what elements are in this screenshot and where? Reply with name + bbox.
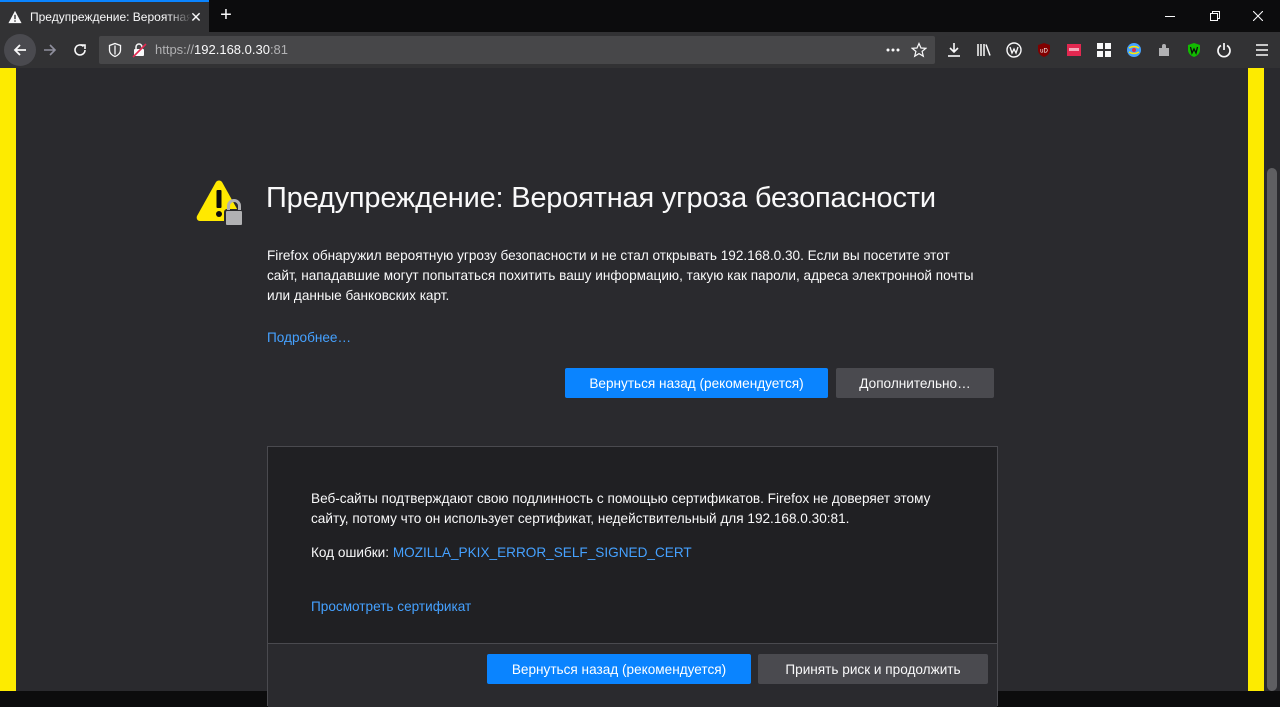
go-back-button[interactable]: Вернуться назад (рекомендуется) (565, 368, 828, 398)
extension-globe-icon (1127, 43, 1141, 57)
minimize-button[interactable] (1148, 0, 1192, 32)
library-icon (977, 44, 991, 56)
reload-icon (74, 44, 86, 56)
learn-more-link[interactable]: Подробнее… (267, 330, 351, 345)
extension-puzzle-button[interactable] (1152, 38, 1176, 62)
url-host: 192.168.0.30 (194, 42, 270, 57)
advanced-panel: Веб-сайты подтверждают свою подлинность … (267, 446, 998, 707)
extension-red-icon (1067, 44, 1081, 56)
advanced-button[interactable]: Дополнительно… (836, 368, 994, 398)
scrollbar-thumb[interactable] (1267, 168, 1277, 691)
extension-puzzle-icon (1159, 44, 1169, 56)
go-back-button-secondary[interactable]: Вернуться назад (рекомендуется) (487, 654, 751, 684)
error-code-link[interactable]: MOZILLA_PKIX_ERROR_SELF_SIGNED_CERT (393, 545, 692, 560)
back-icon (13, 44, 26, 56)
tab-strip: Предупреждение: Вероятная угроза безопас… (0, 0, 1280, 32)
warning-lock-icon (196, 180, 244, 227)
extension-w-button[interactable] (1002, 38, 1026, 62)
insecure-lock-icon[interactable] (131, 42, 147, 58)
error-code-line: Код ошибки: MOZILLA_PKIX_ERROR_SELF_SIGN… (311, 545, 692, 560)
ublock-button[interactable]: uD (1032, 38, 1056, 62)
close-window-button[interactable] (1236, 0, 1280, 32)
page-title: Предупреждение: Вероятная угроза безопас… (266, 182, 936, 214)
scrollbar[interactable] (1264, 68, 1280, 691)
error-code-label: Код ошибки: (311, 545, 393, 560)
restore-icon (1210, 11, 1220, 21)
power-button[interactable] (1212, 38, 1236, 62)
svg-text:uD: uD (1040, 49, 1048, 55)
bookmark-star-icon[interactable] (911, 42, 927, 58)
extension-w-icon (1006, 42, 1022, 58)
extension-globe-button[interactable] (1122, 38, 1146, 62)
extension-green-w-icon (1188, 43, 1200, 57)
back-button[interactable] (4, 34, 36, 66)
url-bar[interactable]: https://192.168.0.30:81 (99, 36, 935, 64)
library-button[interactable] (972, 38, 996, 62)
url-text[interactable]: https://192.168.0.30:81 (155, 42, 288, 57)
page-actions-icon[interactable] (885, 42, 901, 58)
view-certificate-link[interactable]: Просмотреть сертификат (311, 599, 471, 614)
error-page: Предупреждение: Вероятная угроза безопас… (16, 68, 1248, 707)
downloads-button[interactable] (942, 38, 966, 62)
extension-green-w-button[interactable] (1182, 38, 1206, 62)
tab-active[interactable]: Предупреждение: Вероятная угроза безопас… (0, 0, 209, 32)
navigation-toolbar: https://192.168.0.30:81 uD (0, 32, 1280, 68)
menu-button[interactable] (1250, 38, 1274, 62)
extension-red-button[interactable] (1062, 38, 1086, 62)
downloads-icon (948, 43, 960, 57)
close-icon (1253, 11, 1263, 21)
tab-title: Предупреждение: Вероятная угроза безопас… (30, 10, 192, 24)
url-port: :81 (269, 42, 289, 57)
new-tab-button[interactable]: + (214, 4, 238, 28)
url-scheme: https:// (155, 42, 195, 57)
menu-icon (1256, 44, 1268, 56)
power-icon (1217, 43, 1231, 58)
restore-button[interactable] (1193, 0, 1237, 32)
ublock-icon: uD (1038, 43, 1050, 57)
error-description: Firefox обнаружил вероятную угрозу безоп… (267, 248, 974, 303)
tab-close-icon[interactable]: ✕ (189, 10, 203, 24)
reload-button[interactable] (66, 36, 94, 64)
extension-grid-button[interactable] (1092, 38, 1116, 62)
forward-icon (44, 44, 57, 56)
minimize-icon (1165, 16, 1175, 17)
advanced-description: Веб-сайты подтверждают свою подлинность … (311, 491, 931, 526)
forward-button[interactable] (36, 36, 64, 64)
advanced-button-bar: Вернуться назад (рекомендуется) Принять … (268, 643, 997, 707)
extension-grid-icon (1097, 43, 1111, 57)
accept-risk-button[interactable]: Принять риск и продолжить (758, 654, 988, 684)
tracking-shield-icon[interactable] (107, 42, 123, 58)
warning-icon (8, 10, 22, 24)
content-area: Предупреждение: Вероятная угроза безопас… (0, 68, 1280, 707)
